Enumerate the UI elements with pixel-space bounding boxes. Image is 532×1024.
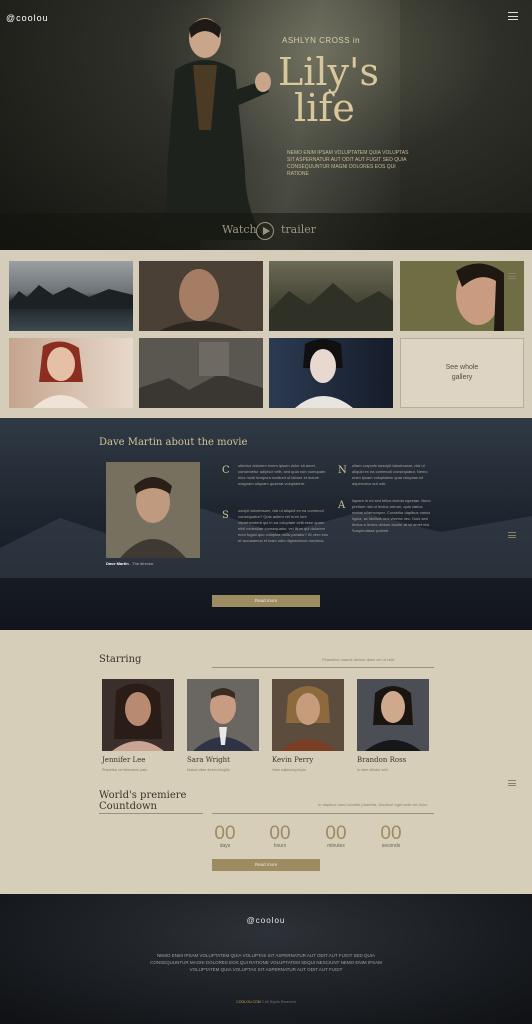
see-gallery-line2: gallery: [451, 374, 473, 381]
starring-rule: [212, 667, 434, 668]
hero-credits: NEMO ENIM IPSAM VOLUPTATEM QUIA VOLUPTAS…: [287, 150, 409, 177]
woman-closeup-image: [456, 263, 504, 331]
countdown-title-line1: World's premiere: [99, 790, 187, 801]
gallery-image-mountains[interactable]: [269, 261, 393, 331]
footer-copyright-brand[interactable]: COOLOU.COM: [236, 1000, 260, 1004]
gallery-image-redhead[interactable]: [9, 338, 133, 408]
countdown-rule-right: [212, 813, 434, 814]
hero-banner: @coolou ASHLYN CROSS in Lily's life NEMO…: [0, 0, 532, 250]
countdown-seconds: 00: [380, 823, 402, 844]
countdown-title-line2: Countdown: [99, 801, 157, 812]
starring-title: Starring: [99, 654, 142, 665]
hero-presents: ASHLYN CROSS in: [282, 36, 361, 45]
gallery-image-woman-closeup[interactable]: [400, 261, 524, 331]
director-name: Dave Martin: [106, 561, 129, 566]
footer-credits: NEMO ENIM IPSAM VOLUPTATEM QUIA VOLUPTAS…: [150, 953, 382, 972]
director-text-3: ullam corporis suscipit laboriosam, nisi…: [352, 463, 428, 486]
gallery-image-geisha[interactable]: [269, 338, 393, 408]
gallery-menu-icon[interactable]: [508, 273, 516, 279]
menu-icon[interactable]: [508, 12, 518, 20]
countdown-minutes: 00: [325, 823, 347, 844]
footer-copyright-text: © All Rights Reserved: [260, 1000, 296, 1004]
lake-trees-image: [9, 285, 133, 309]
director-menu-icon[interactable]: [508, 532, 516, 538]
countdown-rule-left: [99, 813, 203, 814]
director-heading: Dave Martin about the movie: [99, 437, 248, 448]
gallery-image-lake[interactable]: [9, 261, 133, 331]
site-logo[interactable]: @coolou: [6, 13, 49, 23]
countdown-seconds-label: seconds: [381, 843, 401, 849]
brandon-image: [365, 686, 421, 751]
film-title: Lily's life: [278, 50, 379, 130]
director-caption: Dave Martin - The director: [106, 561, 154, 566]
mountains-image: [269, 283, 393, 331]
gallery-image-old-man[interactable]: [139, 261, 263, 331]
footer-logo[interactable]: @coolou: [0, 916, 532, 925]
actor-role-brandon: In vitae efficitur velit: [357, 768, 388, 772]
countdown-title: World's premiere Countdown: [99, 790, 186, 812]
jennifer-image: [112, 683, 164, 751]
rubble-image: [139, 342, 263, 408]
director-text-1: ollentur dolorem lorem ipsum dolor sit a…: [238, 463, 326, 486]
dropcap-a: A: [338, 500, 346, 511]
kevin-image: [280, 686, 336, 751]
countdown-hours: 00: [269, 823, 291, 844]
actor-photo-jennifer[interactable]: [102, 679, 174, 751]
director-text-2: uscipit laboriosam, nisi ut aliquid ex e…: [238, 508, 329, 543]
countdown-days-label: days: [219, 843, 231, 849]
director-role: - The director: [128, 561, 154, 566]
countdown-note: In dapibus nunc lobortis pharetra, tinci…: [318, 802, 429, 807]
see-gallery-button[interactable]: See whole gallery: [400, 338, 524, 408]
dropcap-n: N: [338, 465, 347, 476]
actor-role-kevin: Vitae adipiscing turpis: [272, 768, 306, 772]
actor-role-jennifer: Phasellus vel bibendum justo: [102, 768, 148, 772]
actor-name-sara: Sara Wright: [187, 756, 230, 764]
actress-image: [155, 18, 271, 240]
gallery-image-rubble[interactable]: [139, 338, 263, 408]
trailer-label[interactable]: trailer: [281, 223, 316, 236]
film-title-line2: life: [294, 86, 355, 130]
actor-name-brandon: Brandon Ross: [357, 756, 407, 764]
footer-copyright: COOLOU.COM © All Rights Reserved: [0, 1000, 532, 1004]
actor-name-jennifer: Jennifer Lee: [102, 756, 146, 764]
play-icon[interactable]: [256, 222, 274, 240]
film-title-line1: Lily's: [278, 50, 379, 94]
see-gallery-line1: See whole: [445, 364, 479, 371]
starring-menu-icon[interactable]: [508, 780, 516, 786]
actor-photo-kevin[interactable]: [272, 679, 344, 751]
actor-photo-sara[interactable]: [187, 679, 259, 751]
countdown-hours-label: hours: [273, 843, 287, 849]
starring-section: [0, 630, 532, 894]
old-man-image: [159, 269, 243, 331]
watch-label[interactable]: Watch: [222, 223, 257, 236]
starring-note: Phasellus mauris dictum diam vel ut veli…: [322, 657, 396, 662]
dropcap-s: S: [222, 510, 229, 521]
countdown-minutes-label: minutes: [327, 843, 345, 849]
director-photo: [106, 462, 200, 558]
dropcap-c: C: [222, 465, 230, 476]
actor-role-sara: Nullam vitae dictum fringilla: [187, 768, 230, 772]
countdown-days: 00: [214, 823, 236, 844]
redhead-image: [33, 341, 89, 408]
actor-photo-brandon[interactable]: [357, 679, 429, 751]
actor-name-kevin: Kevin Perry: [272, 756, 314, 764]
geisha-image: [295, 339, 353, 408]
countdown-read-more-button[interactable]: Read more: [212, 859, 320, 871]
director-read-more-button[interactable]: Read more: [212, 595, 320, 607]
sara-image: [193, 688, 253, 751]
director-portrait-image: [106, 462, 200, 558]
director-text-4: liquam in mi sed tellus lacinia egestas.…: [352, 498, 431, 533]
